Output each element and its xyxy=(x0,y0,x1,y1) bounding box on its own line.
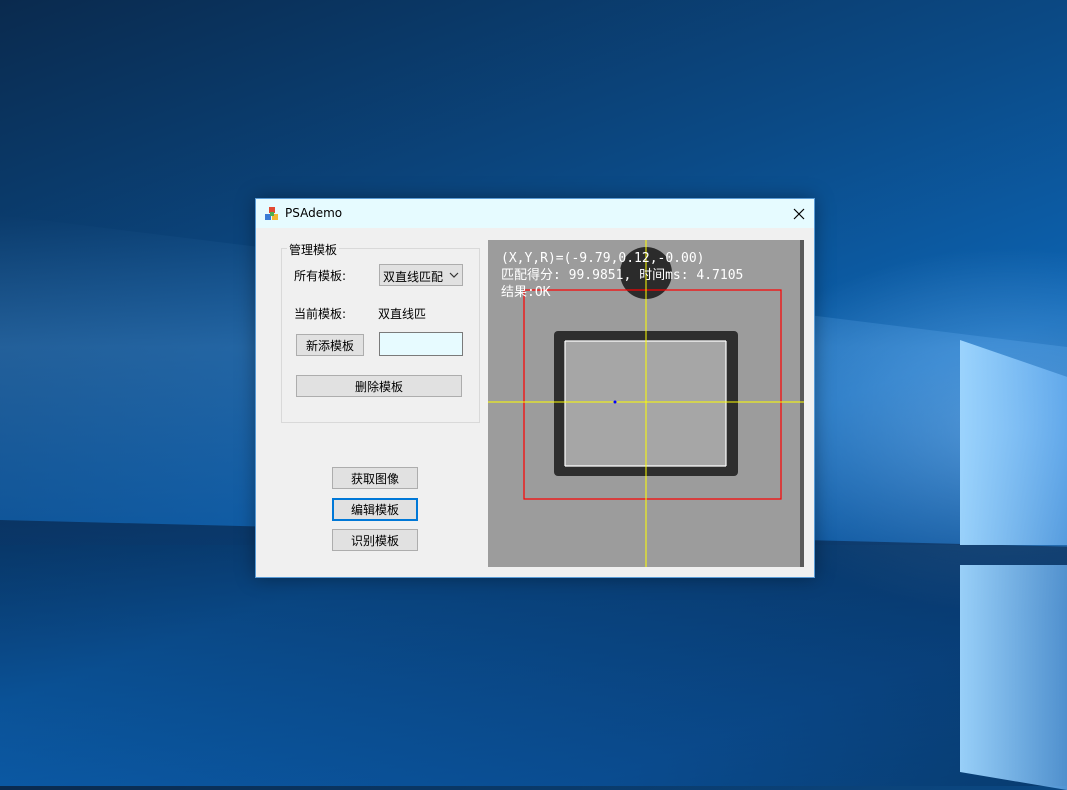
acquire-image-button[interactable]: 获取图像 xyxy=(332,467,418,489)
match-score-readout: 匹配得分: 99.9851, 时间ms: 4.7105 xyxy=(501,268,744,283)
current-template-label: 当前模板: xyxy=(294,307,347,321)
result-readout: 结果:OK xyxy=(501,285,551,300)
new-template-button[interactable]: 新添模板 xyxy=(296,334,364,356)
recognize-template-button[interactable]: 识别模板 xyxy=(332,529,418,551)
app-icon xyxy=(265,207,278,220)
window-title: PSAdemo xyxy=(285,206,343,220)
close-button[interactable] xyxy=(784,199,814,228)
edit-template-button[interactable]: 编辑模板 xyxy=(332,498,418,521)
group-title: 管理模板 xyxy=(287,241,340,258)
chevron-down-icon xyxy=(449,272,459,278)
windows-logo xyxy=(960,340,1067,790)
new-template-name-input[interactable] xyxy=(379,332,463,356)
current-template-value: 双直线匹 xyxy=(378,307,427,321)
title-bar[interactable]: PSAdemo xyxy=(256,199,814,228)
image-viewer[interactable]: (X,Y,R)=(-9.79,0.12,-0.00) 匹配得分: 99.9851… xyxy=(488,240,804,567)
template-select-value: 双直线匹配 xyxy=(383,270,444,284)
delete-template-button[interactable]: 删除模板 xyxy=(296,375,462,397)
all-templates-label: 所有模板: xyxy=(294,269,347,283)
psademo-window: PSAdemo 管理模板 所有模板: 双直线匹配 当前模板: 双直线匹 新添模板… xyxy=(255,198,815,578)
close-icon xyxy=(793,208,805,219)
pose-readout: (X,Y,R)=(-9.79,0.12,-0.00) xyxy=(501,251,705,266)
template-select[interactable]: 双直线匹配 xyxy=(379,264,463,286)
